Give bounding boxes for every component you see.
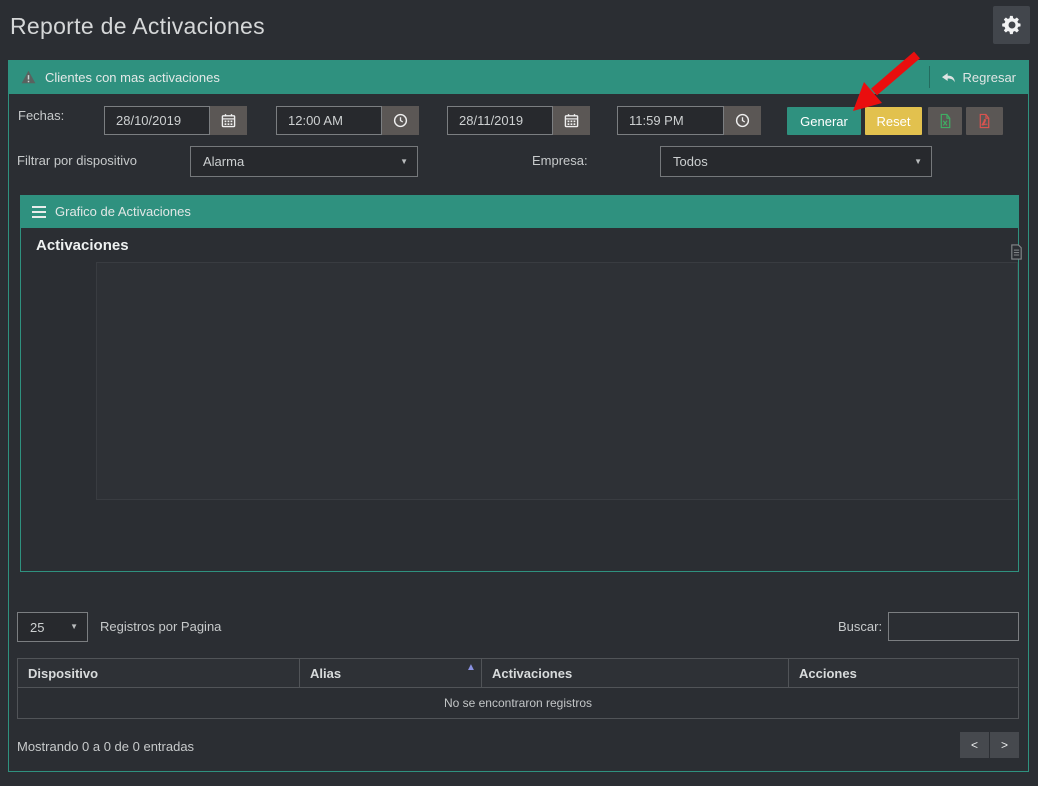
clock-icon: [735, 113, 750, 128]
end-time-clock-button[interactable]: [724, 106, 761, 135]
dates-label: Fechas:: [18, 108, 64, 123]
chart-panel-title: Grafico de Activaciones: [55, 204, 191, 219]
column-header-alias[interactable]: Alias: [299, 658, 482, 688]
chevron-down-icon: ▼: [914, 157, 922, 166]
back-button[interactable]: Regresar: [941, 70, 1016, 85]
chevron-down-icon: ▼: [400, 157, 408, 166]
column-header-acciones[interactable]: Acciones: [788, 658, 1019, 688]
calendar-icon: [221, 113, 236, 128]
page-size-value: 25: [30, 620, 44, 635]
pagination-prev-button[interactable]: <: [960, 732, 989, 758]
settings-button[interactable]: [993, 6, 1030, 44]
calendar-icon: [564, 113, 579, 128]
start-time-input[interactable]: [276, 106, 382, 135]
back-label: Regresar: [963, 70, 1016, 85]
column-header-label: Acciones: [799, 666, 857, 681]
table-empty-row: No se encontraron registros: [17, 687, 1019, 719]
start-date-input[interactable]: [104, 106, 210, 135]
report-panel-header: Clientes con mas activaciones Regresar: [8, 60, 1029, 94]
column-header-activaciones[interactable]: Activaciones: [481, 658, 789, 688]
device-filter-label: Filtrar por dispositivo: [17, 153, 137, 168]
search-input[interactable]: [888, 612, 1019, 641]
chart-plot-area: [96, 262, 1018, 500]
sort-ascending-icon[interactable]: ▲: [466, 662, 476, 673]
end-time-input[interactable]: [617, 106, 724, 135]
gear-icon: [1001, 14, 1023, 36]
page-size-label: Registros por Pagina: [100, 619, 221, 634]
export-excel-button[interactable]: [928, 107, 962, 135]
excel-file-icon: [938, 113, 953, 129]
page-title: Reporte de Activaciones: [10, 13, 265, 40]
company-select[interactable]: Todos ▼: [660, 146, 932, 177]
company-select-value: Todos: [673, 154, 708, 169]
reply-arrow-icon: [941, 71, 956, 84]
column-header-label: Alias: [310, 666, 341, 681]
chevron-down-icon: ▼: [70, 622, 78, 631]
hamburger-icon: [32, 203, 46, 221]
page-size-select[interactable]: 25 ▼: [17, 612, 88, 642]
chart-context-menu-button[interactable]: [1009, 243, 1024, 261]
end-date-calendar-button[interactable]: [553, 106, 590, 135]
device-select[interactable]: Alarma ▼: [190, 146, 418, 177]
generate-button[interactable]: Generar: [787, 107, 861, 135]
empty-message: No se encontraron registros: [444, 696, 592, 710]
document-lines-icon: [1009, 243, 1024, 261]
export-pdf-button[interactable]: [966, 107, 1003, 135]
pagination-next-button[interactable]: >: [990, 732, 1019, 758]
chart-panel-header: Grafico de Activaciones: [20, 195, 1019, 228]
column-header-label: Activaciones: [492, 666, 572, 681]
device-select-value: Alarma: [203, 154, 244, 169]
activations-report-page: Reporte de Activaciones Clientes con mas…: [0, 0, 1038, 786]
panel-title: Clientes con mas activaciones: [45, 70, 220, 85]
clock-icon: [393, 113, 408, 128]
end-date-input[interactable]: [447, 106, 553, 135]
column-header-dispositivo[interactable]: Dispositivo: [17, 658, 300, 688]
header-divider: [929, 66, 930, 88]
table-summary: Mostrando 0 a 0 de 0 entradas: [17, 739, 194, 754]
chart-title: Activaciones: [36, 237, 129, 254]
reset-button[interactable]: Reset: [865, 107, 922, 135]
warning-icon: [21, 70, 36, 84]
column-header-label: Dispositivo: [28, 666, 98, 681]
company-label: Empresa:: [532, 153, 588, 168]
start-date-calendar-button[interactable]: [210, 106, 247, 135]
search-label: Buscar:: [838, 619, 882, 634]
start-time-clock-button[interactable]: [382, 106, 419, 135]
pdf-file-icon: [977, 113, 992, 129]
